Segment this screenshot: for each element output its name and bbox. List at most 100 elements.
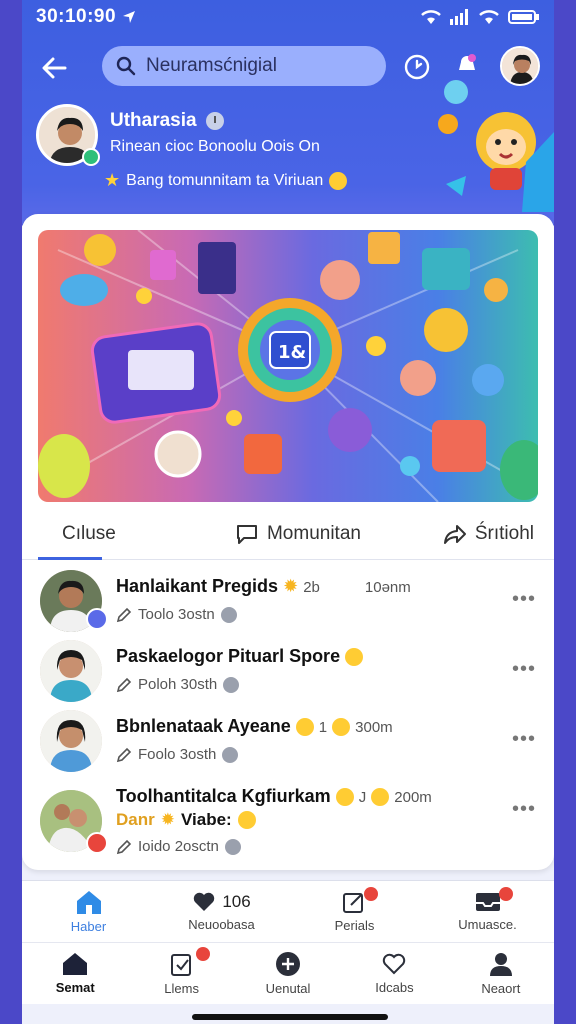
more-options-icon[interactable]: ••• <box>512 658 536 681</box>
status-time: 30:10:90 <box>36 6 117 27</box>
list-item[interactable]: Bbnlenataak Ayeane 1 300m Foolo 3osth ••… <box>22 706 554 776</box>
profile-promo-text: Bang tomunnitam ta Viriuan <box>126 171 324 189</box>
smile-emoji-icon-2 <box>332 718 351 737</box>
edit-icon <box>116 607 132 622</box>
smile-emoji-icon-3 <box>237 811 256 829</box>
post-extra-text: Danr <box>116 810 155 829</box>
nav-notifications-top: 106 <box>192 891 251 913</box>
post-title: Toolhantitalca Kgfiurkam <box>116 786 331 806</box>
tab-community-label: Momunitan <box>266 522 361 544</box>
post-meta-text: Foolo 3osth <box>138 746 217 763</box>
more-options-icon[interactable]: ••• <box>512 798 536 821</box>
location-icon <box>123 11 136 23</box>
nav-notifications[interactable]: 106 Neuoobasa <box>155 881 288 942</box>
svg-text:1&: 1& <box>278 342 306 363</box>
post-title-row: Bbnlenataak Ayeane 1 300m <box>116 716 393 737</box>
edit-icon <box>116 747 132 762</box>
plus-circle-icon <box>276 952 301 976</box>
nav-create[interactable]: Uenutal <box>235 943 341 1004</box>
list-item[interactable]: Toolhantitalca Kgfiurkam J 200m Danr ✹ V… <box>22 776 554 866</box>
smile-emoji-icon <box>335 788 354 807</box>
main-nav: Semat Llems Uenutal Idcabs Neaort <box>22 942 554 1004</box>
globe-icon <box>222 746 239 763</box>
banner-illustration: 1& <box>38 230 538 502</box>
globe-icon <box>224 838 241 855</box>
nav-portals-badge <box>364 887 378 901</box>
nav-messages[interactable]: Umuasce. <box>421 881 554 942</box>
nav-profile[interactable]: Neaort <box>448 943 554 1004</box>
wifi-icon-2 <box>479 10 499 24</box>
inbox-icon <box>475 893 500 911</box>
mascot-illustration <box>438 80 554 212</box>
signal-icon <box>450 9 468 25</box>
nav-home-label: Haber <box>70 919 107 934</box>
tab-share-label: Śrıtiohl <box>474 522 534 544</box>
status-time-wrap: 30:10:90 <box>36 6 136 28</box>
post-count: J <box>358 789 367 806</box>
verified-icon <box>205 112 224 130</box>
post-title: Bbnlenataak Ayeane <box>116 716 291 736</box>
post-meta-text: Ioido 2osctn <box>138 838 219 855</box>
nav-items-label: Llems <box>164 981 199 996</box>
tab-share[interactable]: Śrıtiohl <box>377 508 554 559</box>
globe-icon <box>220 606 237 623</box>
post-title-row: Hanlaikant Pregids ✹ 2b 10ənm <box>116 576 411 597</box>
post-time: 10ənm <box>364 579 411 596</box>
wifi-icon <box>421 10 441 24</box>
back-button[interactable] <box>36 50 72 86</box>
sun-emoji-icon: ✹ <box>160 810 175 829</box>
person-icon <box>489 953 512 976</box>
post-avatar <box>40 640 102 702</box>
content-card: 1& Cıluse Momunitan Śrıtiohl Hanlaikant … <box>22 214 554 870</box>
post-count: 1 <box>318 719 328 736</box>
post-title: Hanlaikant Pregids <box>116 576 279 596</box>
smile-emoji-icon <box>329 171 348 190</box>
list-item[interactable]: Hanlaikant Pregids ✹ 2b 10ənm Toolo 3ost… <box>22 566 554 636</box>
tab-close-label: Cıluse <box>62 522 116 544</box>
home-filled-icon <box>63 953 88 975</box>
nav-likes-label: Idcabs <box>375 980 414 995</box>
arrow-left-icon <box>42 57 67 79</box>
more-options-icon[interactable]: ••• <box>512 728 536 751</box>
smile-emoji-icon-2 <box>371 788 390 807</box>
hero-banner[interactable]: 1& <box>38 230 538 502</box>
battery-icon <box>508 10 539 24</box>
nav-home[interactable]: Haber <box>22 881 155 942</box>
nav-profile-label: Neaort <box>481 981 521 996</box>
share-icon <box>443 524 466 544</box>
avatar-badge <box>86 608 108 630</box>
post-time: 200m <box>394 789 432 806</box>
post-title: Paskaelogor Pituarl Spore <box>116 646 341 666</box>
star-icon: ★ <box>104 170 121 190</box>
search-icon <box>116 56 136 76</box>
list-item[interactable]: Paskaelogor Pituarl Spore Poloh 30sth ••… <box>22 636 554 706</box>
nav-feed[interactable]: Semat <box>22 943 128 1004</box>
post-time: 300m <box>355 719 393 736</box>
nav-portals[interactable]: Perials <box>288 881 421 942</box>
post-meta-text: Poloh 30sth <box>138 676 218 693</box>
more-options-icon[interactable]: ••• <box>512 588 536 611</box>
nav-items[interactable]: Llems <box>128 943 234 1004</box>
tab-community[interactable]: Momunitan <box>219 508 376 559</box>
post-extra: Danr ✹ Viabe: <box>116 810 256 830</box>
home-icon <box>76 891 101 914</box>
heart-outline-icon <box>383 953 406 975</box>
left-backdrop <box>0 0 22 1024</box>
nav-likes[interactable]: Idcabs <box>341 943 447 1004</box>
status-icons <box>420 9 540 25</box>
secondary-nav: Haber 106 Neuoobasa Perials Umuasce. <box>22 880 554 942</box>
face-icon <box>40 640 102 702</box>
profile-promo: ★ Bang tomunnitam ta Viriuan <box>104 170 348 191</box>
search-bar[interactable] <box>102 46 386 86</box>
post-meta: Foolo 3osth <box>116 746 239 763</box>
post-avatar <box>40 710 102 772</box>
post-title-row: Paskaelogor Pituarl Spore <box>116 646 364 667</box>
search-input[interactable] <box>146 55 366 77</box>
post-meta-text: Toolo 3ostn <box>138 606 215 623</box>
smile-emoji-icon <box>295 718 314 737</box>
nav-notifications-count: 106 <box>222 892 251 911</box>
home-indicator[interactable] <box>192 1014 388 1020</box>
tab-close[interactable]: Cıluse <box>22 508 219 560</box>
edit-icon <box>116 677 132 692</box>
post-list: Hanlaikant Pregids ✹ 2b 10ənm Toolo 3ost… <box>22 566 554 866</box>
